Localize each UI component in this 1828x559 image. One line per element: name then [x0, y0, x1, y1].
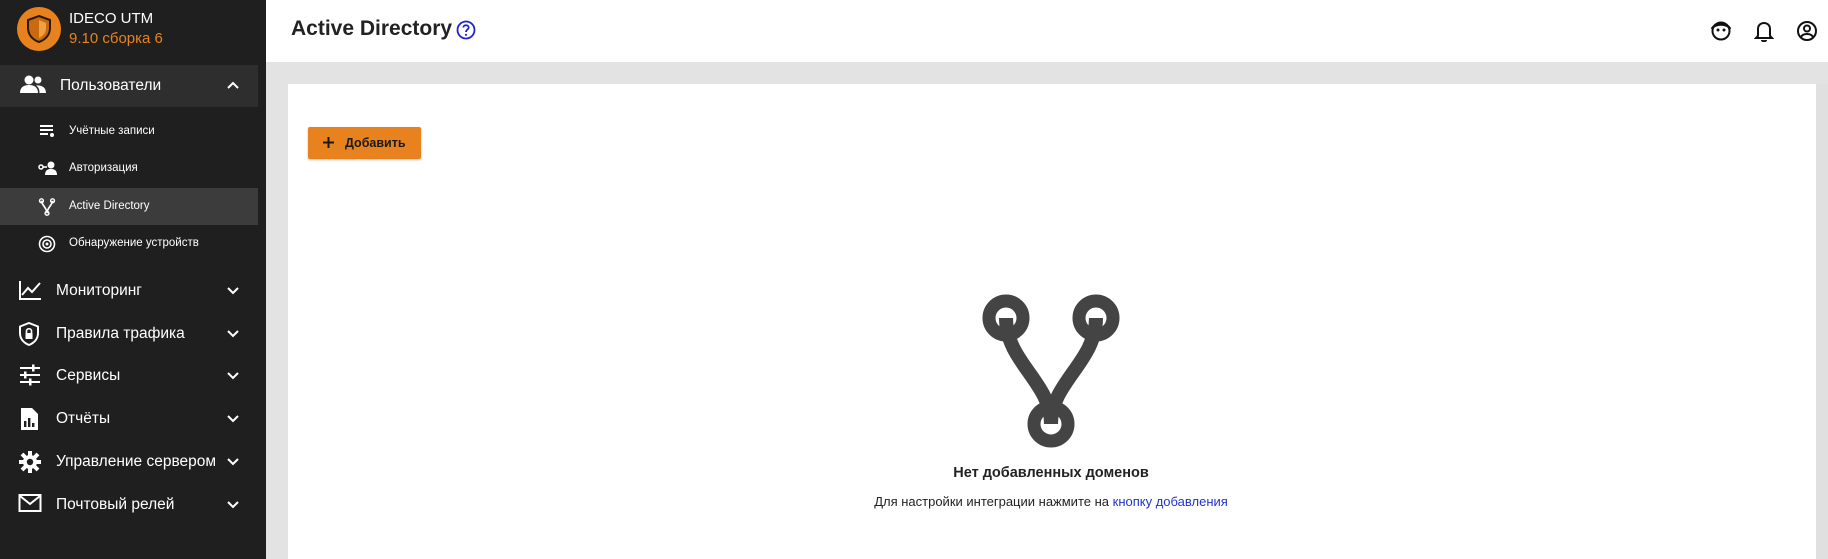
chevron-up-icon	[226, 78, 240, 97]
add-button-label: Добавить	[345, 136, 406, 150]
add-link[interactable]: кнопку добавления	[1113, 494, 1228, 509]
sidebar-section-label: Правила трафика	[56, 325, 185, 342]
empty-state-text: Для настройки интеграции нажмите на	[874, 494, 1113, 509]
support-icon[interactable]	[1699, 20, 1742, 42]
sidebar-item-label: Обнаружение устройств	[69, 237, 199, 249]
chevron-down-icon	[226, 411, 240, 430]
bell-icon[interactable]	[1742, 20, 1785, 42]
scrollbar[interactable]	[1816, 84, 1828, 559]
app-version: 9.10 сборка 6	[69, 30, 163, 47]
sliders-icon	[18, 364, 42, 391]
page-title: Active Directory	[291, 17, 453, 40]
sidebar-item-device-discovery[interactable]: Обнаружение устройств	[0, 225, 258, 262]
sidebar-item-label: Active Directory	[69, 200, 150, 212]
add-button[interactable]: Добавить	[308, 127, 421, 159]
shield-lock-icon	[18, 321, 40, 351]
chevron-down-icon	[226, 368, 240, 387]
plus-icon	[322, 136, 335, 154]
accounts-list-icon	[38, 123, 56, 142]
report-icon	[18, 407, 40, 436]
chevron-down-icon	[226, 283, 240, 302]
sidebar-item-accounts[interactable]: Учётные записи	[0, 113, 258, 150]
sidebar-item-label: Авторизация	[69, 162, 138, 174]
chart-line-icon	[18, 279, 42, 306]
sidebar-section-label: Отчёты	[56, 410, 111, 427]
empty-state-description: Для настройки интеграции нажмите на кноп…	[0, 494, 1828, 509]
branch-icon	[38, 198, 56, 219]
users-icon	[20, 74, 46, 101]
branch-icon	[980, 292, 1122, 455]
chevron-down-icon	[226, 326, 240, 345]
sidebar-section-services[interactable]: Сервисы	[0, 355, 258, 397]
sidebar-section-users[interactable]: Пользователи	[0, 65, 258, 107]
sidebar-item-active-directory[interactable]: Active Directory	[0, 188, 258, 225]
brand[interactable]: IDECO UTM 9.10 сборка 6	[17, 4, 163, 54]
empty-state-title: Нет добавленных доменов	[953, 465, 1149, 481]
sidebar-section-label: Мониторинг	[56, 282, 142, 299]
sidebar-section-traffic-rules[interactable]: Правила трафика	[0, 313, 258, 355]
help-circle-icon[interactable]	[456, 20, 476, 45]
authorization-icon	[38, 160, 58, 179]
sidebar-item-label: Учётные записи	[69, 125, 155, 137]
app-name: IDECO UTM	[69, 10, 154, 27]
sidebar-section-label: Сервисы	[56, 367, 121, 384]
sidebar-section-reports[interactable]: Отчёты	[0, 398, 258, 440]
account-circle-icon[interactable]	[1785, 20, 1828, 42]
radar-icon	[38, 235, 56, 256]
page-header: Active Directory	[266, 0, 1828, 62]
shield-logo-icon	[17, 7, 61, 51]
sidebar-item-authorization[interactable]: Авторизация	[0, 150, 258, 187]
sidebar-section-label: Пользователи	[60, 77, 162, 94]
sidebar-section-monitoring[interactable]: Мониторинг	[0, 270, 258, 312]
